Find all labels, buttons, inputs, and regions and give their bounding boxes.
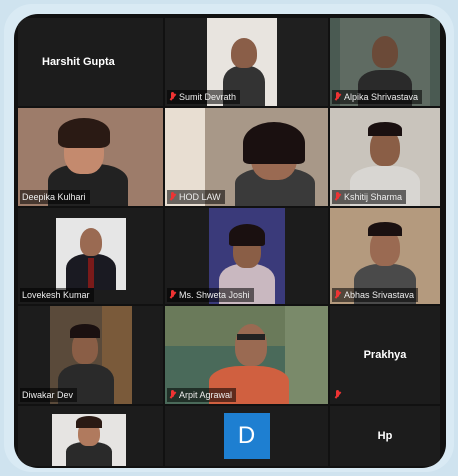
participant-tile[interactable]: Sumit Devrath — [165, 18, 328, 106]
muted-mic-icon — [169, 192, 176, 202]
participant-name: Diwakar Dev — [22, 390, 74, 400]
participant-name: Arpit Agrawal — [179, 390, 233, 400]
muted-mic-icon — [334, 92, 341, 102]
muted-mic-icon — [169, 390, 176, 400]
participant-tile[interactable]: Lovekesh Kumar — [18, 208, 163, 304]
participant-name: Deepika Kulhari — [22, 192, 86, 202]
participant-tile[interactable]: Prakhya — [330, 306, 440, 404]
participant-name: HOD LAW — [179, 192, 221, 202]
participant-grid: Harshit Gupta Sumit Devrath Alpika Shriv… — [18, 18, 442, 466]
participant-label: Ms. Shweta Joshi — [167, 288, 254, 302]
participant-name: Harshit Gupta — [42, 56, 115, 68]
participant-tile[interactable]: D — [165, 406, 328, 466]
participant-name: Abhas Srivastava — [344, 290, 415, 300]
video-feed — [18, 406, 163, 466]
participant-label: Alpika Shrivastava — [332, 90, 423, 104]
participant-tile[interactable]: Deepika Kulhari — [18, 108, 163, 206]
participant-name: Prakhya — [363, 349, 407, 361]
participant-tile[interactable]: Ms. Shweta Joshi — [165, 208, 328, 304]
participant-tile[interactable]: Arpit Agrawal — [165, 306, 328, 404]
muted-mic-icon — [334, 192, 341, 202]
participant-tile[interactable]: HOD LAW — [165, 108, 328, 206]
participant-label — [332, 388, 345, 402]
participant-tile[interactable]: Alpika Shrivastava — [330, 18, 440, 106]
participant-tile[interactable]: Harshit Gupta — [18, 18, 163, 106]
participant-tile[interactable] — [18, 406, 163, 466]
participant-name: Sumit Devrath — [179, 92, 237, 102]
participant-label: HOD LAW — [167, 190, 225, 204]
participant-label: Abhas Srivastava — [332, 288, 419, 302]
participant-tile[interactable]: Hp — [330, 406, 440, 466]
participant-label: Sumit Devrath — [167, 90, 241, 104]
participant-name: Lovekesh Kumar — [22, 290, 90, 300]
avatar-letter: D — [237, 422, 256, 449]
participant-label: Kshitij Sharma — [332, 190, 407, 204]
muted-mic-icon — [169, 92, 176, 102]
video-call-screen: Harshit Gupta Sumit Devrath Alpika Shriv… — [14, 14, 446, 468]
participant-name: Kshitij Sharma — [344, 192, 403, 202]
participant-tile[interactable]: Diwakar Dev — [18, 306, 163, 404]
participant-label: Deepika Kulhari — [20, 190, 90, 204]
participant-name: Ms. Shweta Joshi — [179, 290, 250, 300]
avatar: D — [223, 413, 270, 459]
participant-name: Alpika Shrivastava — [344, 92, 419, 102]
muted-mic-icon — [169, 290, 176, 300]
participant-label: Arpit Agrawal — [167, 388, 237, 402]
participant-name: Hp — [377, 430, 393, 442]
participant-label: Diwakar Dev — [20, 388, 78, 402]
participant-tile[interactable]: Abhas Srivastava — [330, 208, 440, 304]
muted-mic-icon — [334, 290, 341, 300]
muted-mic-icon — [334, 390, 341, 400]
device-frame: Harshit Gupta Sumit Devrath Alpika Shriv… — [4, 4, 454, 472]
participant-tile[interactable]: Kshitij Sharma — [330, 108, 440, 206]
participant-label: Lovekesh Kumar — [20, 288, 94, 302]
